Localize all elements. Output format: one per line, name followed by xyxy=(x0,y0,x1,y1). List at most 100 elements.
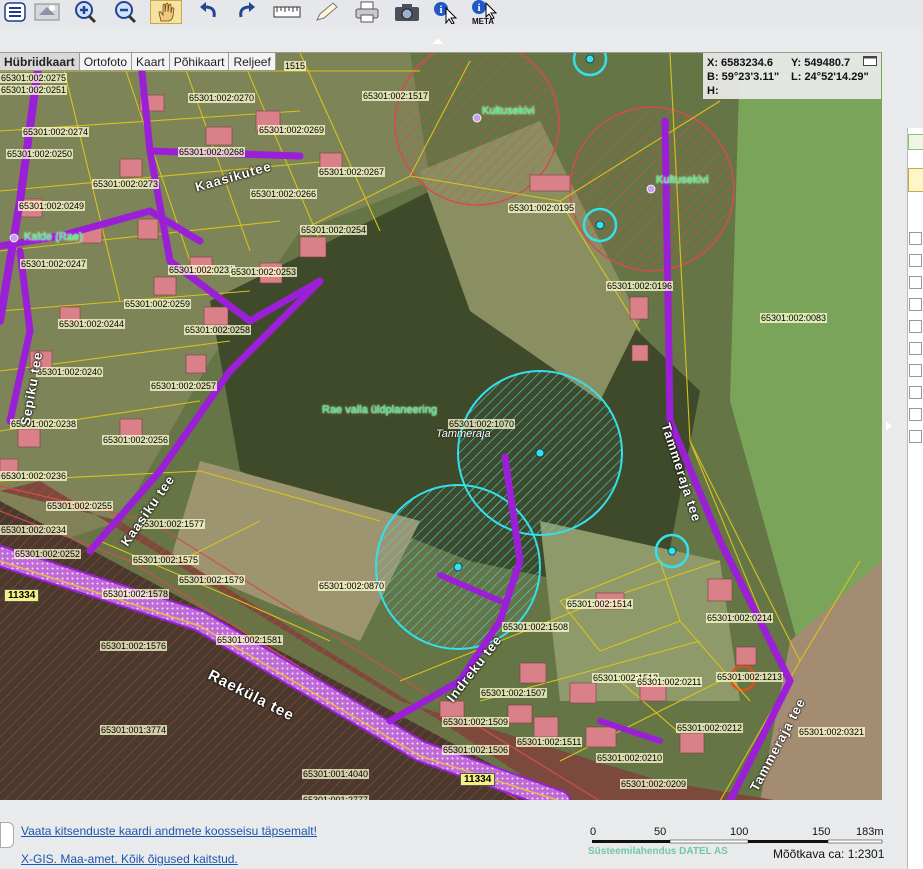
restrictions-info-link[interactable]: Vaata kitsenduste kaardi andmete koossei… xyxy=(21,824,317,838)
redo-icon xyxy=(239,2,255,18)
layer-checkbox[interactable] xyxy=(909,342,922,355)
panel-tab[interactable] xyxy=(908,134,923,150)
parcel-label: 65301:001:3774 xyxy=(100,725,168,735)
parcel-label: 65301:001:4040 xyxy=(302,769,370,779)
poi-label-kultusekivi-2: Kultusekivi xyxy=(656,174,709,186)
parcel-label: 65301:002:0234 xyxy=(0,525,68,535)
parcel-label: 65301:002:0258 xyxy=(184,325,252,335)
parcel-label: 65301:002:1506 xyxy=(442,745,510,755)
parcel-label: 65301:002:1579 xyxy=(178,575,246,585)
parcel-label: 65301:002:0231 xyxy=(168,265,236,275)
parcel-label: 65301:002:0275 xyxy=(0,73,68,83)
map-canvas[interactable]: 65301:002:0275 65301:002:0251 65301:002:02… xyxy=(0,52,882,801)
map-type-tabs: Hübriidkaart Ortofoto Kaart Põhikaart Re… xyxy=(0,53,276,71)
redo-button[interactable] xyxy=(232,0,262,24)
parcel-label: 65301:002:1508 xyxy=(502,622,570,632)
tab-pohikaart[interactable]: Põhikaart xyxy=(169,53,230,71)
undo-icon xyxy=(200,2,216,18)
parcel-label: 65301:002:0257 xyxy=(150,381,218,391)
parcel-label: 65301:002:1509 xyxy=(442,717,510,727)
copyright-link[interactable]: X-GIS. Maa-amet. Kõik õigused kaitstud. xyxy=(21,852,238,866)
hand-icon xyxy=(158,2,175,22)
poi-label-kalde: Kalde (Rae) xyxy=(24,231,83,243)
menu-icon xyxy=(4,2,26,22)
scale-label-0: 0 xyxy=(590,826,597,838)
map-base-layer xyxy=(0,53,882,801)
collapse-right-arrow-icon[interactable] xyxy=(885,420,893,432)
layers-button[interactable] xyxy=(32,0,62,24)
footer-toggle[interactable] xyxy=(0,822,14,848)
parcel-label: 65301:002:0236 xyxy=(0,471,68,481)
parcel-label: 65301:002:0212 xyxy=(676,723,744,733)
layer-checkbox[interactable] xyxy=(909,364,922,377)
scale-ratio: Mõõtkava ca: 1:2301 xyxy=(773,847,885,861)
layer-checkbox[interactable] xyxy=(909,254,922,267)
parcel-label: 65301:002:0250 xyxy=(6,149,74,159)
parcel-label: 65301:002:1578 xyxy=(102,589,170,599)
layer-checkbox[interactable] xyxy=(909,232,922,245)
parcel-label: 65301:002:0270 xyxy=(188,93,256,103)
layer-checkbox[interactable] xyxy=(909,430,922,443)
collapse-up-arrow-icon[interactable] xyxy=(432,37,444,45)
zoom-out-icon xyxy=(115,1,137,24)
layer-checkbox[interactable] xyxy=(909,320,922,333)
layer-checkbox[interactable] xyxy=(909,408,922,421)
info-button[interactable]: i xyxy=(430,0,460,24)
parcel-label: 65301:002:0209 xyxy=(620,779,688,789)
toolbar: i i META xyxy=(0,0,923,28)
poi-label-tammeraja: Tammeraja xyxy=(436,428,491,440)
parcel-label: 65301:002:0269 xyxy=(258,125,326,135)
tab-reljeef[interactable]: Reljeef xyxy=(229,53,276,71)
zoom-out-button[interactable] xyxy=(110,0,140,24)
scale-bar: 0 50 100 150 183m xyxy=(588,826,886,846)
tab-hubriidkaart[interactable]: Hübriidkaart xyxy=(0,53,80,71)
ruler-icon xyxy=(273,6,301,18)
svg-text:i: i xyxy=(439,4,442,16)
poi-label-kultusekivi-1: Kultusekivi xyxy=(482,105,535,117)
parcel-label: 65301:002:0196 xyxy=(606,281,674,291)
tab-kaart[interactable]: Kaart xyxy=(132,53,170,71)
tab-ortofoto[interactable]: Ortofoto xyxy=(79,53,133,71)
zoom-in-button[interactable] xyxy=(70,0,100,24)
parcel-label: 65301:002:1213 xyxy=(716,672,784,682)
layer-checkbox[interactable] xyxy=(909,298,922,311)
pencil-icon xyxy=(316,2,338,21)
parcel-label: 65301:002:0244 xyxy=(58,319,126,329)
layer-checkbox[interactable] xyxy=(909,386,922,399)
parcel-label: 65301:002:1517 xyxy=(362,91,430,101)
snapshot-button[interactable] xyxy=(392,0,422,24)
parcel-label: 65301:002:1575 xyxy=(132,555,200,565)
parcel-label: 65301:002:0240 xyxy=(36,367,104,377)
window-icon[interactable] xyxy=(863,56,877,66)
parcel-label: 65301:002:0321 xyxy=(798,727,866,737)
parcel-label: 65301:002:0247 xyxy=(20,259,88,269)
draw-button[interactable] xyxy=(312,0,342,24)
measure-button[interactable] xyxy=(272,0,302,24)
coord-h: H: xyxy=(707,85,719,97)
side-panel-collapsed xyxy=(907,128,923,869)
parcel-label: 1515 xyxy=(284,61,307,71)
parcel-label: 65301:002:0259 xyxy=(124,299,192,309)
parcel-label: 65301:002:0273 xyxy=(92,179,160,189)
parcel-label: 65301:002:0210 xyxy=(596,753,664,763)
parcel-label: 65301:002:0256 xyxy=(102,435,170,445)
layers-icon xyxy=(34,3,60,21)
highway-number-label-west: 11334 xyxy=(4,589,40,602)
menu-button[interactable] xyxy=(0,0,30,24)
camera-icon xyxy=(395,4,419,21)
parcel-label: 65301:002:1514 xyxy=(566,599,634,609)
meta-button[interactable]: i META xyxy=(470,0,500,25)
scale-label-100: 100 xyxy=(730,826,749,838)
parcel-label: 65301:002:1576 xyxy=(100,641,168,651)
print-button[interactable] xyxy=(352,0,382,24)
undo-button[interactable] xyxy=(193,0,223,24)
meta-info-icon: i META xyxy=(472,0,498,25)
scale-label-50: 50 xyxy=(654,826,667,838)
panel-input[interactable] xyxy=(908,168,923,192)
parcel-label: 65301:002:0267 xyxy=(318,167,386,177)
parcel-label: 65301:002:1507 xyxy=(480,688,548,698)
layer-checkbox[interactable] xyxy=(909,276,922,289)
parcel-label: 65301:002:0254 xyxy=(300,225,368,235)
pan-button[interactable] xyxy=(150,0,182,24)
coord-l: L: 24°52'14.29" xyxy=(791,71,869,83)
